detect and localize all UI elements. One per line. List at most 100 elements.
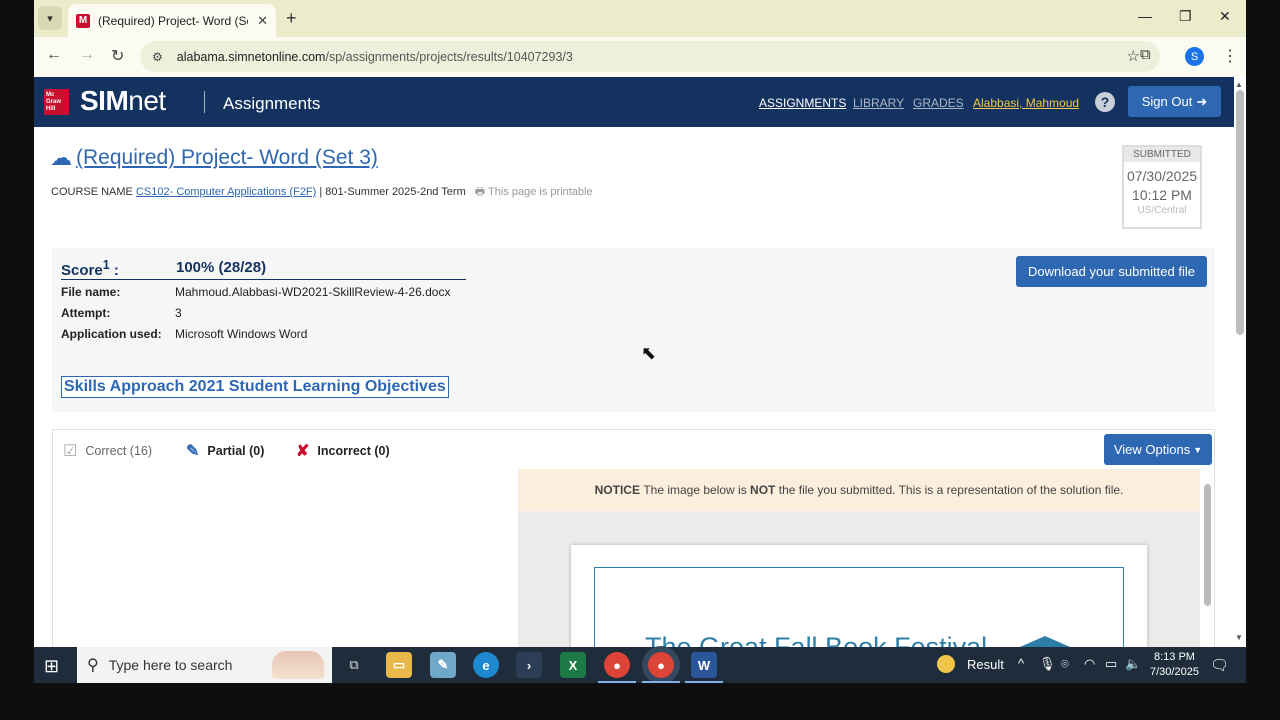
brand-net: net	[128, 85, 166, 116]
preview-scrollbar[interactable]	[1204, 484, 1211, 606]
results-panel: ☑ Correct (16) ✎ Partial (0) ✘ Incorrect…	[52, 429, 1215, 683]
learning-objectives-link[interactable]: Skills Approach 2021 Student Learning Ob…	[61, 376, 449, 398]
help-icon[interactable]: ?	[1095, 92, 1115, 112]
clock-time: 8:13 PM	[1153, 651, 1195, 663]
word-icon[interactable]: W	[691, 652, 717, 678]
filter-partial[interactable]: ✎ Partial (0)	[186, 441, 264, 461]
simnet-favicon-icon: M	[76, 13, 90, 28]
terminal-app-icon[interactable]: ›	[516, 652, 542, 678]
sign-out-label: Sign Out	[1141, 94, 1193, 109]
project-title-row: ☁ (Required) Project- Word (Set 3)	[50, 145, 378, 171]
browser-tab[interactable]: M (Required) Project- Word (Set 3 ✕	[68, 4, 276, 37]
back-icon[interactable]: ←	[46, 46, 62, 64]
meet-icon[interactable]: ⌾	[1061, 656, 1069, 672]
application-label: Application used:	[61, 327, 162, 341]
view-options-label: View Options	[1113, 442, 1191, 457]
nav-assignments-link[interactable]: ASSIGNMENTS	[759, 96, 846, 110]
course-term: | 801-Summer 2025-2nd Term	[319, 186, 466, 198]
microphone-icon[interactable]: 🎙	[1039, 656, 1056, 672]
wifi-icon[interactable]: ◠	[1084, 656, 1095, 672]
close-window-icon[interactable]: ✕	[1219, 8, 1231, 25]
search-highlight-cake-icon	[272, 651, 324, 679]
score-footnote: 1	[102, 258, 110, 272]
score-label: Score1 :	[61, 258, 119, 279]
url-field[interactable]: ⚙ alabama.simnetonline.com/sp/assignment…	[140, 41, 1160, 72]
mcgraw-hill-logo: Mc Graw Hill	[44, 89, 69, 115]
browser-tab-bar: ▾ M (Required) Project- Word (Set 3 ✕ + …	[34, 0, 1246, 37]
taskbar-search-box[interactable]: ⚲ Type here to search	[77, 647, 332, 683]
extensions-icon[interactable]: ⧉	[1140, 46, 1151, 63]
search-icon: ⚲	[87, 657, 99, 674]
submitted-label: SUBMITTED	[1124, 147, 1200, 162]
download-file-button[interactable]: Download your submitted file	[1016, 256, 1207, 287]
chrome-active-icon[interactable]: ●	[648, 652, 674, 678]
nav-user-link[interactable]: Alabbasi, Mahmoud	[973, 96, 1079, 110]
taskbar-clock[interactable]: 8:13 PM 7/30/2025	[1150, 650, 1199, 680]
scroll-down-icon[interactable]: ▼	[1235, 633, 1243, 642]
result-icon	[937, 655, 955, 673]
file-name-label: File name:	[61, 285, 121, 299]
simnet-logo[interactable]: SIMnet	[80, 85, 166, 117]
notice-not: NOT	[750, 483, 776, 497]
profile-avatar[interactable]: S	[1185, 47, 1204, 66]
filter-correct[interactable]: ☑ Correct (16)	[63, 441, 152, 461]
simnet-header: Mc Graw Hill SIMnet Assignments ASSIGNME…	[34, 77, 1234, 127]
cloud-upload-icon: ☁	[50, 145, 72, 170]
site-info-icon[interactable]: ⚙	[152, 50, 163, 64]
task-view-icon[interactable]: ⧉	[341, 652, 367, 678]
course-prefix: COURSE NAME	[51, 186, 133, 198]
attempt-value: 3	[175, 306, 182, 320]
solution-notice: NOTICE The image below is NOT the file y…	[518, 469, 1200, 511]
url-path: /sp/assignments/projects/results/1040729…	[325, 49, 573, 64]
nav-grades-link[interactable]: GRADES	[913, 96, 964, 110]
browser-menu-icon[interactable]: ⋮	[1222, 46, 1238, 66]
battery-icon[interactable]: ▭	[1105, 656, 1117, 672]
notice-text-1: The image below is	[643, 483, 747, 497]
taskbar-result-widget[interactable]: Result	[937, 655, 1004, 673]
filter-incorrect[interactable]: ✘ Incorrect (0)	[296, 441, 390, 461]
volume-icon[interactable]: 🔈	[1125, 656, 1141, 672]
view-options-button[interactable]: View Options ▼	[1104, 434, 1212, 465]
project-title[interactable]: (Required) Project- Word (Set 3)	[76, 146, 378, 170]
checkbox-check-icon: ☑	[63, 443, 78, 460]
result-label: Result	[967, 656, 1004, 672]
file-name-value: Mahmoud.Alabbasi-WD2021-SkillReview-4-26…	[175, 285, 451, 299]
nav-library-link[interactable]: LIBRARY	[853, 96, 904, 110]
course-line: COURSE NAME CS102- Computer Applications…	[51, 183, 593, 202]
score-label-text: Score	[61, 262, 103, 279]
new-tab-icon[interactable]: +	[286, 8, 297, 28]
notes-app-icon[interactable]: ✎	[430, 652, 456, 678]
restore-icon[interactable]: ❐	[1179, 8, 1192, 25]
minimize-icon[interactable]: —	[1138, 8, 1152, 24]
partial-count: Partial (0)	[207, 444, 265, 458]
url-host: alabama.simnetonline.com	[176, 49, 326, 64]
tray-overflow-icon[interactable]: ^	[1018, 656, 1024, 671]
windows-start-icon[interactable]: ⊞	[44, 656, 59, 677]
printer-icon: 🖶	[474, 186, 486, 198]
tab-title: (Required) Project- Word (Set 3	[98, 13, 248, 28]
sign-out-button[interactable]: Sign Out ➜	[1128, 86, 1221, 117]
course-link[interactable]: CS102- Computer Applications (F2F)	[136, 186, 316, 198]
word-active-indicator	[685, 681, 723, 683]
incorrect-x-icon: ✘	[296, 443, 310, 460]
edge-icon[interactable]: e	[473, 652, 499, 678]
file-explorer-icon[interactable]: ▭	[386, 652, 412, 678]
tab-search-button[interactable]: ▾	[38, 6, 62, 30]
page-scrollbar[interactable]	[1236, 90, 1244, 335]
scroll-up-icon[interactable]: ▲	[1235, 80, 1243, 89]
bookmark-star-icon[interactable]: ☆	[1127, 47, 1140, 65]
score-row: Score1 : 100% (28/28)	[61, 258, 466, 280]
address-bar-row: ← → ↻ ⚙ alabama.simnetonline.com/sp/assi…	[34, 37, 1246, 77]
notice-bold: NOTICE	[594, 483, 640, 497]
submitted-date: 07/30/2025	[1126, 168, 1198, 184]
chrome-icon[interactable]: ●	[604, 652, 630, 678]
tab-close-icon[interactable]: ✕	[257, 13, 268, 29]
printable-note[interactable]: 🖶 This page is printable	[475, 186, 593, 198]
reload-icon[interactable]: ↻	[111, 46, 124, 66]
chrome-focused-indicator	[642, 681, 680, 683]
taskbar-search-placeholder: Type here to search	[108, 657, 233, 673]
submitted-timezone: US/Central	[1137, 205, 1187, 216]
notifications-icon[interactable]: 🗨	[1210, 656, 1229, 674]
forward-icon[interactable]: →	[79, 46, 95, 64]
excel-icon[interactable]: X	[560, 652, 586, 678]
